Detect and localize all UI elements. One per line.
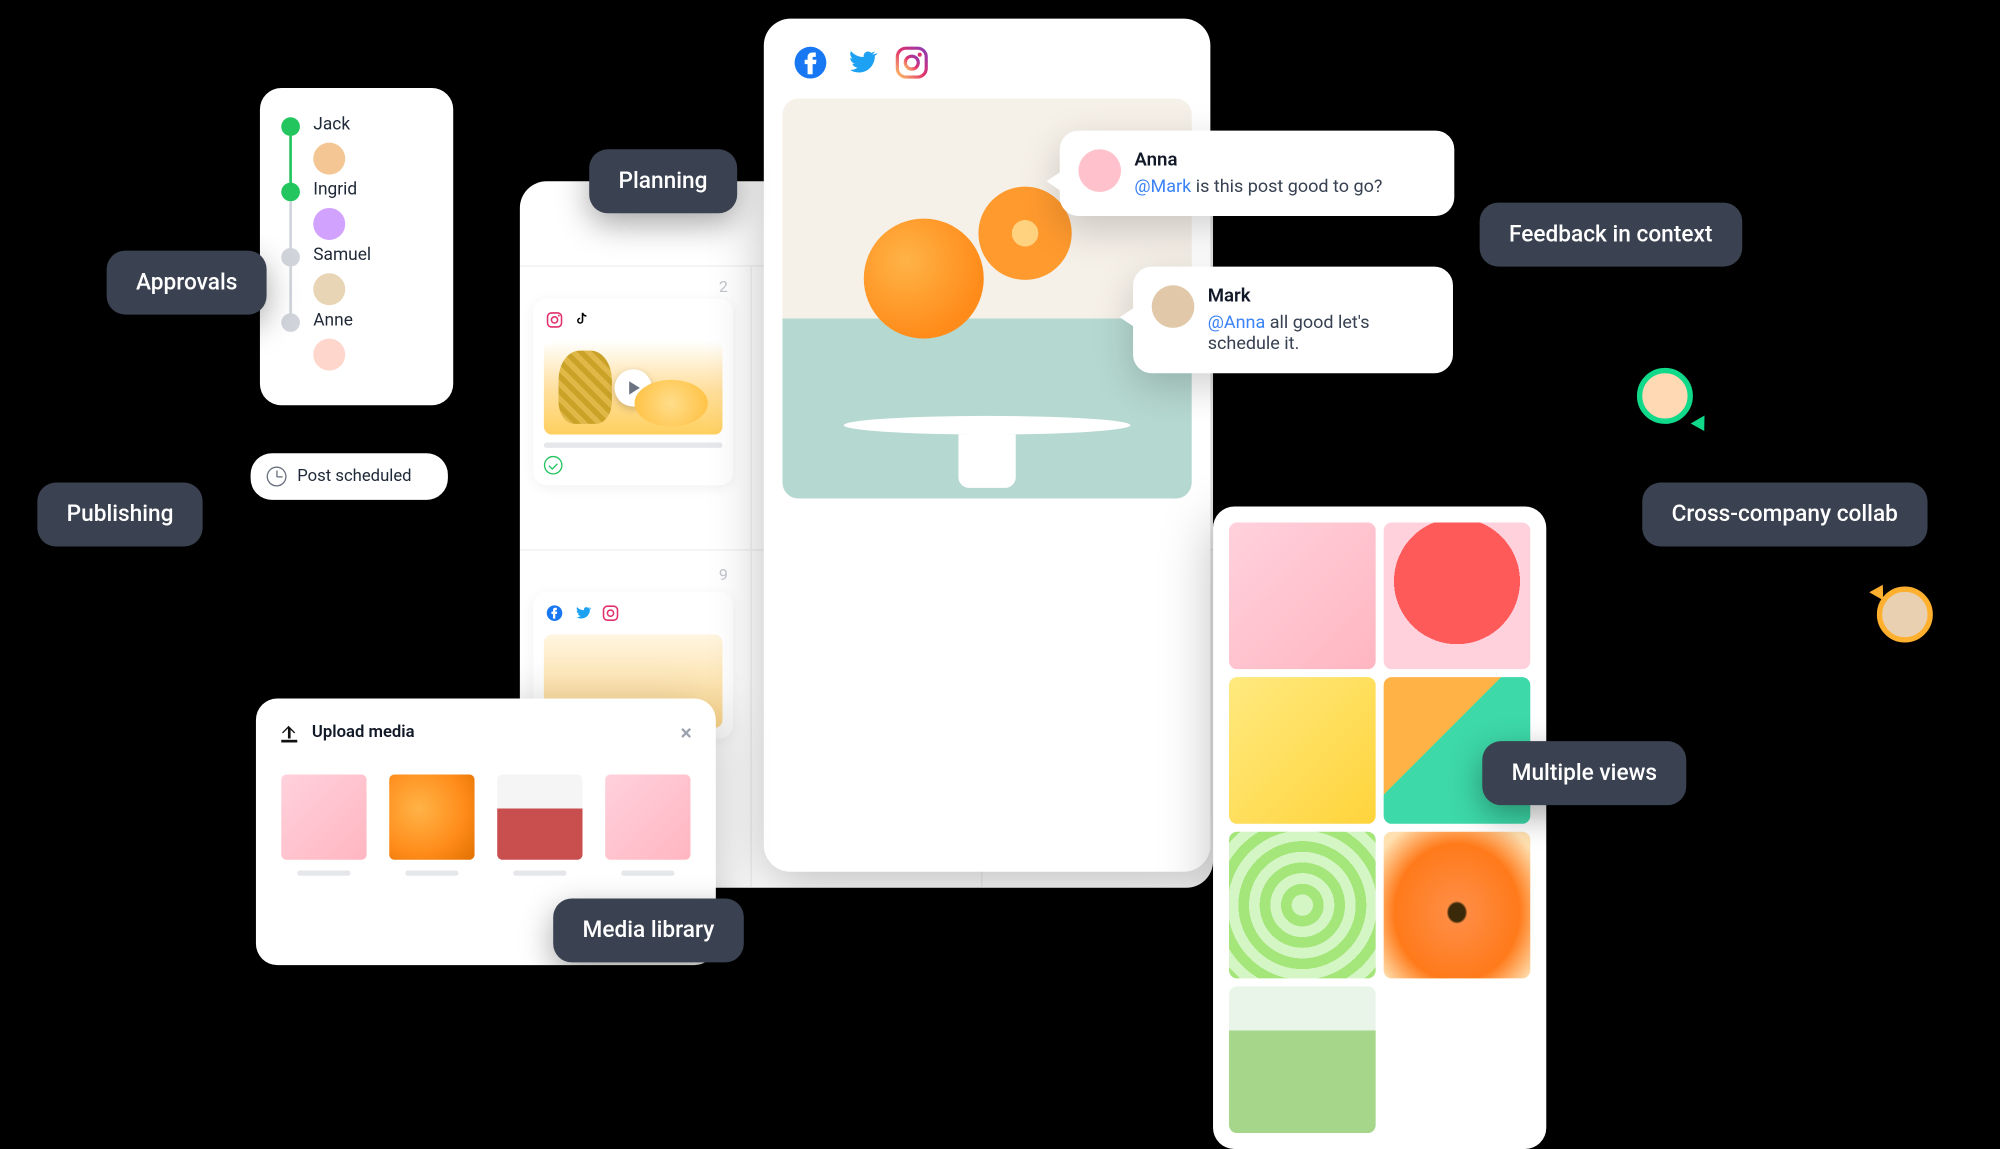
close-icon[interactable]: ×: [680, 720, 691, 745]
collaborator-avatar: [1637, 368, 1693, 424]
grid-image[interactable]: [1384, 523, 1531, 670]
avatar: [313, 339, 345, 371]
planning-pill: Planning: [589, 149, 737, 213]
calendar-day-number: 9: [719, 565, 728, 584]
comment-bubble[interactable]: Mark @Anna all good let's schedule it.: [1133, 267, 1453, 374]
approvals-card: Jack Ingrid Samuel Anne: [260, 88, 453, 405]
media-thumbnail[interactable]: [388, 774, 475, 875]
media-thumbnail[interactable]: [280, 774, 367, 875]
approver-name: Anne: [313, 311, 353, 331]
twitter-icon[interactable]: [844, 45, 879, 80]
calendar-day-number: 2: [719, 277, 728, 296]
post-scheduled-chip: Post scheduled: [251, 453, 448, 500]
post-scheduled-label: Post scheduled: [297, 467, 411, 487]
comment-body: @Anna all good let's schedule it.: [1208, 312, 1429, 355]
check-icon: [544, 456, 563, 475]
approver-row: Anne: [281, 311, 432, 371]
approver-name: Samuel: [313, 245, 371, 265]
approver-row: Samuel: [281, 245, 432, 305]
media-thumbnail[interactable]: [605, 774, 692, 875]
feedback-pill: Feedback in context: [1480, 203, 1742, 267]
cross-company-pill: Cross-company collab: [1642, 483, 1927, 547]
avatar: [313, 273, 345, 305]
comment-author: Anna: [1134, 149, 1430, 170]
publishing-pill: Publishing: [37, 483, 203, 547]
status-dot-approved: [281, 183, 300, 202]
comment-author: Mark: [1208, 285, 1429, 306]
status-dot-pending: [281, 248, 300, 267]
grid-image[interactable]: [1229, 677, 1376, 824]
status-dot-approved: [281, 117, 300, 136]
instagram-icon[interactable]: [894, 45, 929, 80]
facebook-icon: [544, 603, 565, 624]
mention[interactable]: @Mark: [1134, 176, 1191, 197]
twitter-icon: [572, 603, 593, 624]
facebook-icon[interactable]: [793, 45, 828, 80]
play-icon[interactable]: [615, 369, 652, 406]
avatar: [1152, 285, 1195, 328]
upload-media-label[interactable]: Upload media: [312, 722, 415, 742]
grid-image[interactable]: [1229, 523, 1376, 670]
approver-row: Jack: [281, 115, 432, 175]
grid-image[interactable]: [1229, 986, 1376, 1133]
instagram-icon: [600, 603, 621, 624]
approver-name: Ingrid: [313, 180, 357, 200]
approver-name: Jack: [313, 115, 350, 135]
avatar: [313, 143, 345, 175]
comment-body: @Mark is this post good to go?: [1134, 176, 1430, 197]
calendar-post[interactable]: [533, 299, 733, 486]
status-dot-pending: [281, 313, 300, 332]
multiple-views-pill: Multiple views: [1482, 741, 1686, 805]
avatar: [313, 208, 345, 240]
media-thumbnail[interactable]: [497, 774, 584, 875]
grid-image[interactable]: [1384, 832, 1531, 979]
grid-image[interactable]: [1229, 832, 1376, 979]
tiktok-icon: [572, 309, 593, 330]
cursor-icon: [1691, 415, 1712, 435]
avatar: [1078, 149, 1121, 192]
instagram-icon: [544, 309, 565, 330]
post-thumbnail: [544, 341, 723, 434]
comment-bubble[interactable]: Anna @Mark is this post good to go?: [1060, 131, 1455, 216]
mention[interactable]: @Anna: [1208, 312, 1266, 333]
upload-icon: [280, 723, 299, 742]
approvals-pill: Approvals: [107, 251, 267, 315]
approver-row: Ingrid: [281, 180, 432, 240]
image-grid-card: [1213, 507, 1546, 1149]
clock-icon: [267, 467, 287, 487]
media-library-pill: Media library: [553, 898, 743, 962]
